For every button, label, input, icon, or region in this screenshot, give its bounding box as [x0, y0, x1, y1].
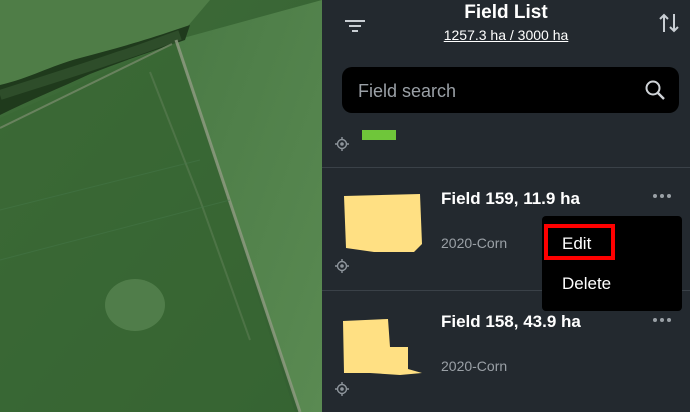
field-name: Field 159, 11.9 ha: [441, 189, 580, 208]
locate-icon[interactable]: [335, 259, 349, 273]
field-crop: 2020-Corn: [441, 235, 508, 251]
field-context-menu: Edit Delete: [542, 216, 682, 311]
field-list-panel: Field List 1257.3 ha / 3000 ha Field sea…: [322, 0, 690, 412]
page-title: Field List: [464, 2, 548, 23]
area-total-link[interactable]: 1257.3 ha / 3000 ha: [322, 27, 690, 43]
sort-button[interactable]: [656, 10, 682, 36]
field-shape: [343, 319, 422, 375]
map-imagery: [0, 0, 322, 412]
field-crop: 2020-Corn: [441, 358, 508, 374]
locate-icon[interactable]: [335, 382, 349, 396]
satellite-map[interactable]: [0, 0, 322, 412]
list-item[interactable]: [322, 90, 690, 168]
delete-menu-item[interactable]: Delete: [542, 264, 682, 304]
field-shape: [344, 194, 422, 252]
sort-icon: [659, 13, 679, 33]
more-options-icon[interactable]: [651, 190, 673, 202]
field-name: Field 158, 43.9 ha: [441, 312, 581, 331]
edit-highlight-box: [544, 224, 615, 260]
locate-icon[interactable]: [335, 137, 349, 151]
panel-header: Field List 1257.3 ha / 3000 ha: [322, 0, 690, 60]
field-shape: [362, 130, 396, 140]
delete-label: Delete: [562, 274, 612, 293]
more-options-icon[interactable]: [651, 314, 673, 326]
